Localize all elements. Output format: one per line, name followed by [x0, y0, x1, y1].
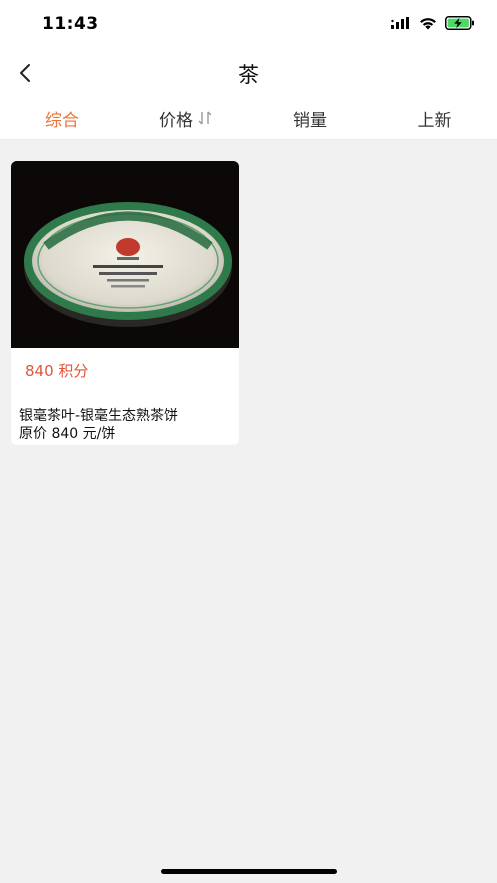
tab-newest[interactable]: 上新	[372, 96, 497, 140]
tab-price-label: 价格	[159, 110, 193, 131]
signal-icon	[391, 17, 409, 29]
product-image	[11, 161, 239, 348]
home-indicator	[161, 869, 337, 874]
product-original-price: 原价 840 元/饼	[19, 426, 116, 442]
tab-comprehensive[interactable]: 综合	[0, 96, 124, 140]
wifi-icon	[420, 17, 436, 29]
tab-sales-label: 销量	[293, 110, 327, 131]
product-card[interactable]: 840 积分 银毫茶叶-银毫生态熟茶饼 原价 840 元/饼	[11, 161, 239, 445]
status-icons	[391, 16, 475, 30]
nav-bar: 茶	[0, 50, 497, 96]
sort-toggle-icon	[197, 110, 213, 126]
battery-charging-icon	[445, 16, 474, 30]
product-name: 银毫茶叶-银毫生态熟茶饼	[19, 408, 179, 424]
status-time: 11:43	[42, 14, 99, 34]
tab-sales[interactable]: 销量	[248, 96, 372, 140]
tab-price[interactable]: 价格	[124, 96, 248, 140]
tab-comprehensive-label: 综合	[45, 110, 79, 131]
sort-bar: 综合 价格 销量 上新	[0, 96, 497, 140]
page-title: 茶	[238, 63, 259, 87]
status-bar: 11:43	[0, 0, 497, 50]
tab-newest-label: 上新	[417, 110, 452, 131]
product-points: 840 积分	[25, 362, 89, 380]
